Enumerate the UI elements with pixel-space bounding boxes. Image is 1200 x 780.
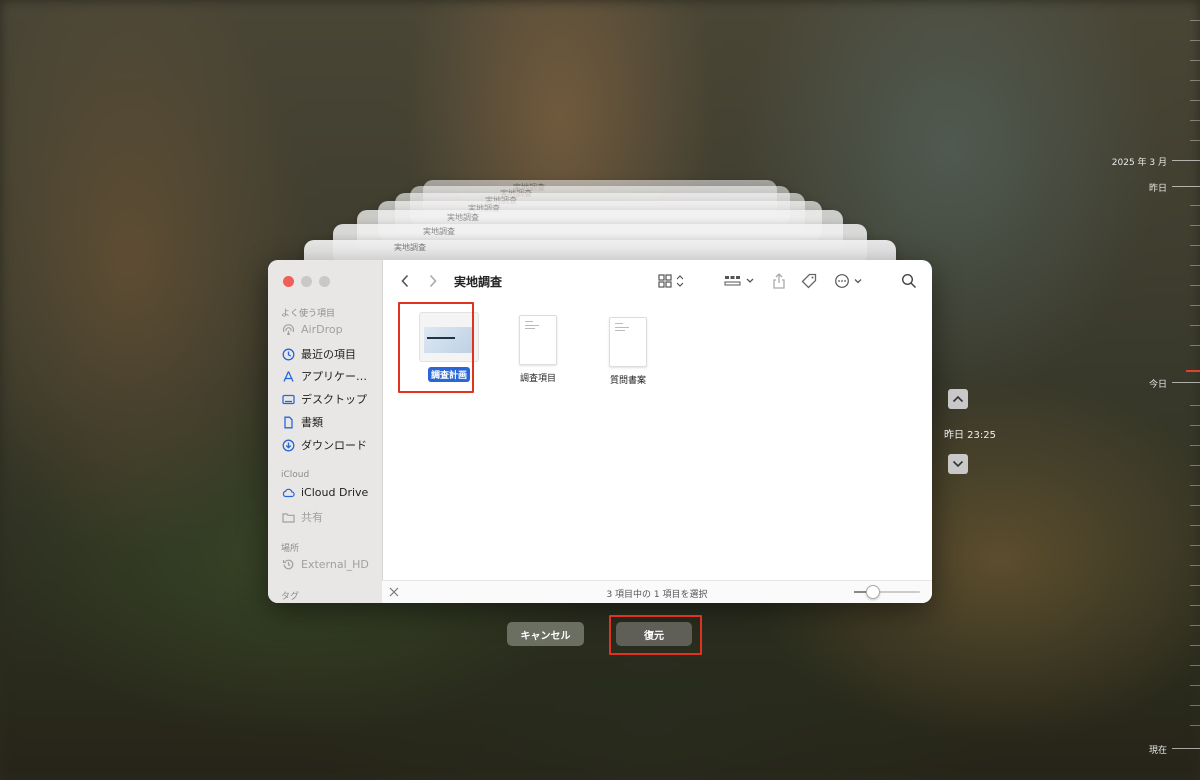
sidebar-item-label: ダウンロード [301, 439, 367, 452]
back-button[interactable] [398, 274, 412, 288]
cloud-icon [282, 486, 295, 499]
sidebar-item-label: アプリケー… [301, 370, 367, 383]
file-name: 調査項目 [519, 374, 556, 384]
timeline-label-yesterday[interactable]: 昨日 [1149, 181, 1167, 194]
timeline-label-month[interactable]: 2025 年 3 月 [1112, 155, 1167, 168]
timeline-tick [1172, 748, 1200, 749]
file-name: 質問書案 [609, 376, 646, 386]
sidebar-heading-locations: 場所 [281, 544, 300, 554]
sidebar-item-desktop[interactable]: デスクトップ [282, 391, 367, 407]
current-position-marker [1186, 370, 1200, 372]
desktop-icon [282, 393, 295, 406]
group-button[interactable] [724, 272, 756, 290]
forward-button[interactable] [426, 274, 440, 288]
group-icon [724, 276, 754, 286]
sidebar-item-label: AirDrop [301, 323, 343, 336]
sidebar-heading-icloud: iCloud [281, 470, 310, 480]
status-bar: 3 項目中の 1 項目を選択 [382, 580, 932, 603]
share-button[interactable] [770, 272, 788, 290]
sidebar-item-label: iCloud Drive [301, 486, 369, 499]
sidebar-item-label: 書類 [301, 416, 323, 429]
sidebar-item-icloud-drive[interactable]: iCloud Drive [282, 486, 368, 499]
document-icon [282, 416, 295, 429]
search-icon [901, 273, 917, 289]
file-item[interactable]: 調査項目 [493, 315, 583, 385]
download-icon [282, 439, 295, 452]
sidebar-item-downloads[interactable]: ダウンロード [282, 437, 367, 453]
selected-file-highlight [398, 302, 474, 393]
window-controls [283, 276, 330, 287]
sidebar-item-label: 共有 [301, 511, 323, 524]
shared-folder-icon [282, 511, 295, 524]
close-button[interactable] [283, 276, 294, 287]
sidebar-item-label: 最近の項目 [301, 348, 356, 361]
applications-icon [282, 370, 295, 383]
view-mode-button[interactable] [658, 272, 688, 290]
sidebar-item-label: External_HD [301, 558, 369, 571]
next-backup-button[interactable] [948, 454, 968, 474]
share-icon [773, 273, 785, 289]
sidebar-item-applications[interactable]: アプリケー… [282, 368, 367, 384]
chevron-up-icon [952, 395, 964, 403]
timeline-tick [1172, 382, 1200, 383]
sidebar-item-documents[interactable]: 書類 [282, 414, 323, 430]
document-thumbnail [519, 315, 557, 365]
clock-icon [282, 348, 295, 361]
timeline-label-today[interactable]: 今日 [1149, 377, 1167, 390]
search-button[interactable] [900, 272, 918, 290]
action-menu-button[interactable] [834, 272, 866, 290]
finder-window: よく使う項目 AirDrop 最近の項目 アプリケー… デスクトップ 書類 ダウ… [268, 260, 932, 603]
sidebar-item-shared[interactable]: 共有 [282, 509, 323, 525]
file-item[interactable]: 質問書案 [583, 317, 673, 387]
window-title: 実地調査 [454, 275, 503, 289]
chevron-left-icon [401, 274, 409, 288]
history-icon [282, 558, 295, 571]
icon-size-slider[interactable] [854, 585, 920, 599]
grid-view-icon [658, 274, 684, 288]
sidebar-item-recents[interactable]: 最近の項目 [282, 346, 356, 362]
sidebar: よく使う項目 AirDrop 最近の項目 アプリケー… デスクトップ 書類 ダウ… [268, 260, 383, 603]
tag-button[interactable] [800, 272, 818, 290]
airdrop-icon [282, 323, 295, 336]
history-window-title: 実地調査 [394, 243, 426, 252]
minimize-button[interactable] [301, 276, 312, 287]
document-thumbnail [609, 317, 647, 367]
timeline-tick [1172, 160, 1200, 161]
more-icon [835, 274, 862, 288]
zoom-button[interactable] [319, 276, 330, 287]
sidebar-item-external-hd[interactable]: External_HD [282, 558, 369, 571]
slider-knob[interactable] [866, 585, 880, 599]
timeline[interactable]: 2025 年 3 月 昨日 今日 現在 [1110, 0, 1200, 780]
sidebar-heading-tags: タグ [281, 592, 300, 602]
chevron-down-icon [952, 460, 964, 468]
timeline-tick [1172, 186, 1200, 187]
sidebar-heading-favorites: よく使う項目 [281, 309, 336, 319]
backup-timestamp: 昨日 23:25 [944, 430, 996, 441]
previous-backup-button[interactable] [948, 389, 968, 409]
tag-icon [801, 273, 817, 289]
history-window-title: 実地調査 [423, 227, 455, 236]
chevron-right-icon [429, 274, 437, 288]
cancel-button[interactable]: キャンセル [507, 622, 584, 646]
sidebar-item-airdrop[interactable]: AirDrop [282, 323, 343, 336]
sidebar-item-label: デスクトップ [301, 393, 367, 406]
timeline-label-now[interactable]: 現在 [1149, 743, 1167, 756]
history-window-title: 実地調査 [447, 213, 479, 222]
restore-button[interactable]: 復元 [616, 622, 692, 646]
selection-status: 3 項目中の 1 項目を選択 [606, 590, 708, 600]
